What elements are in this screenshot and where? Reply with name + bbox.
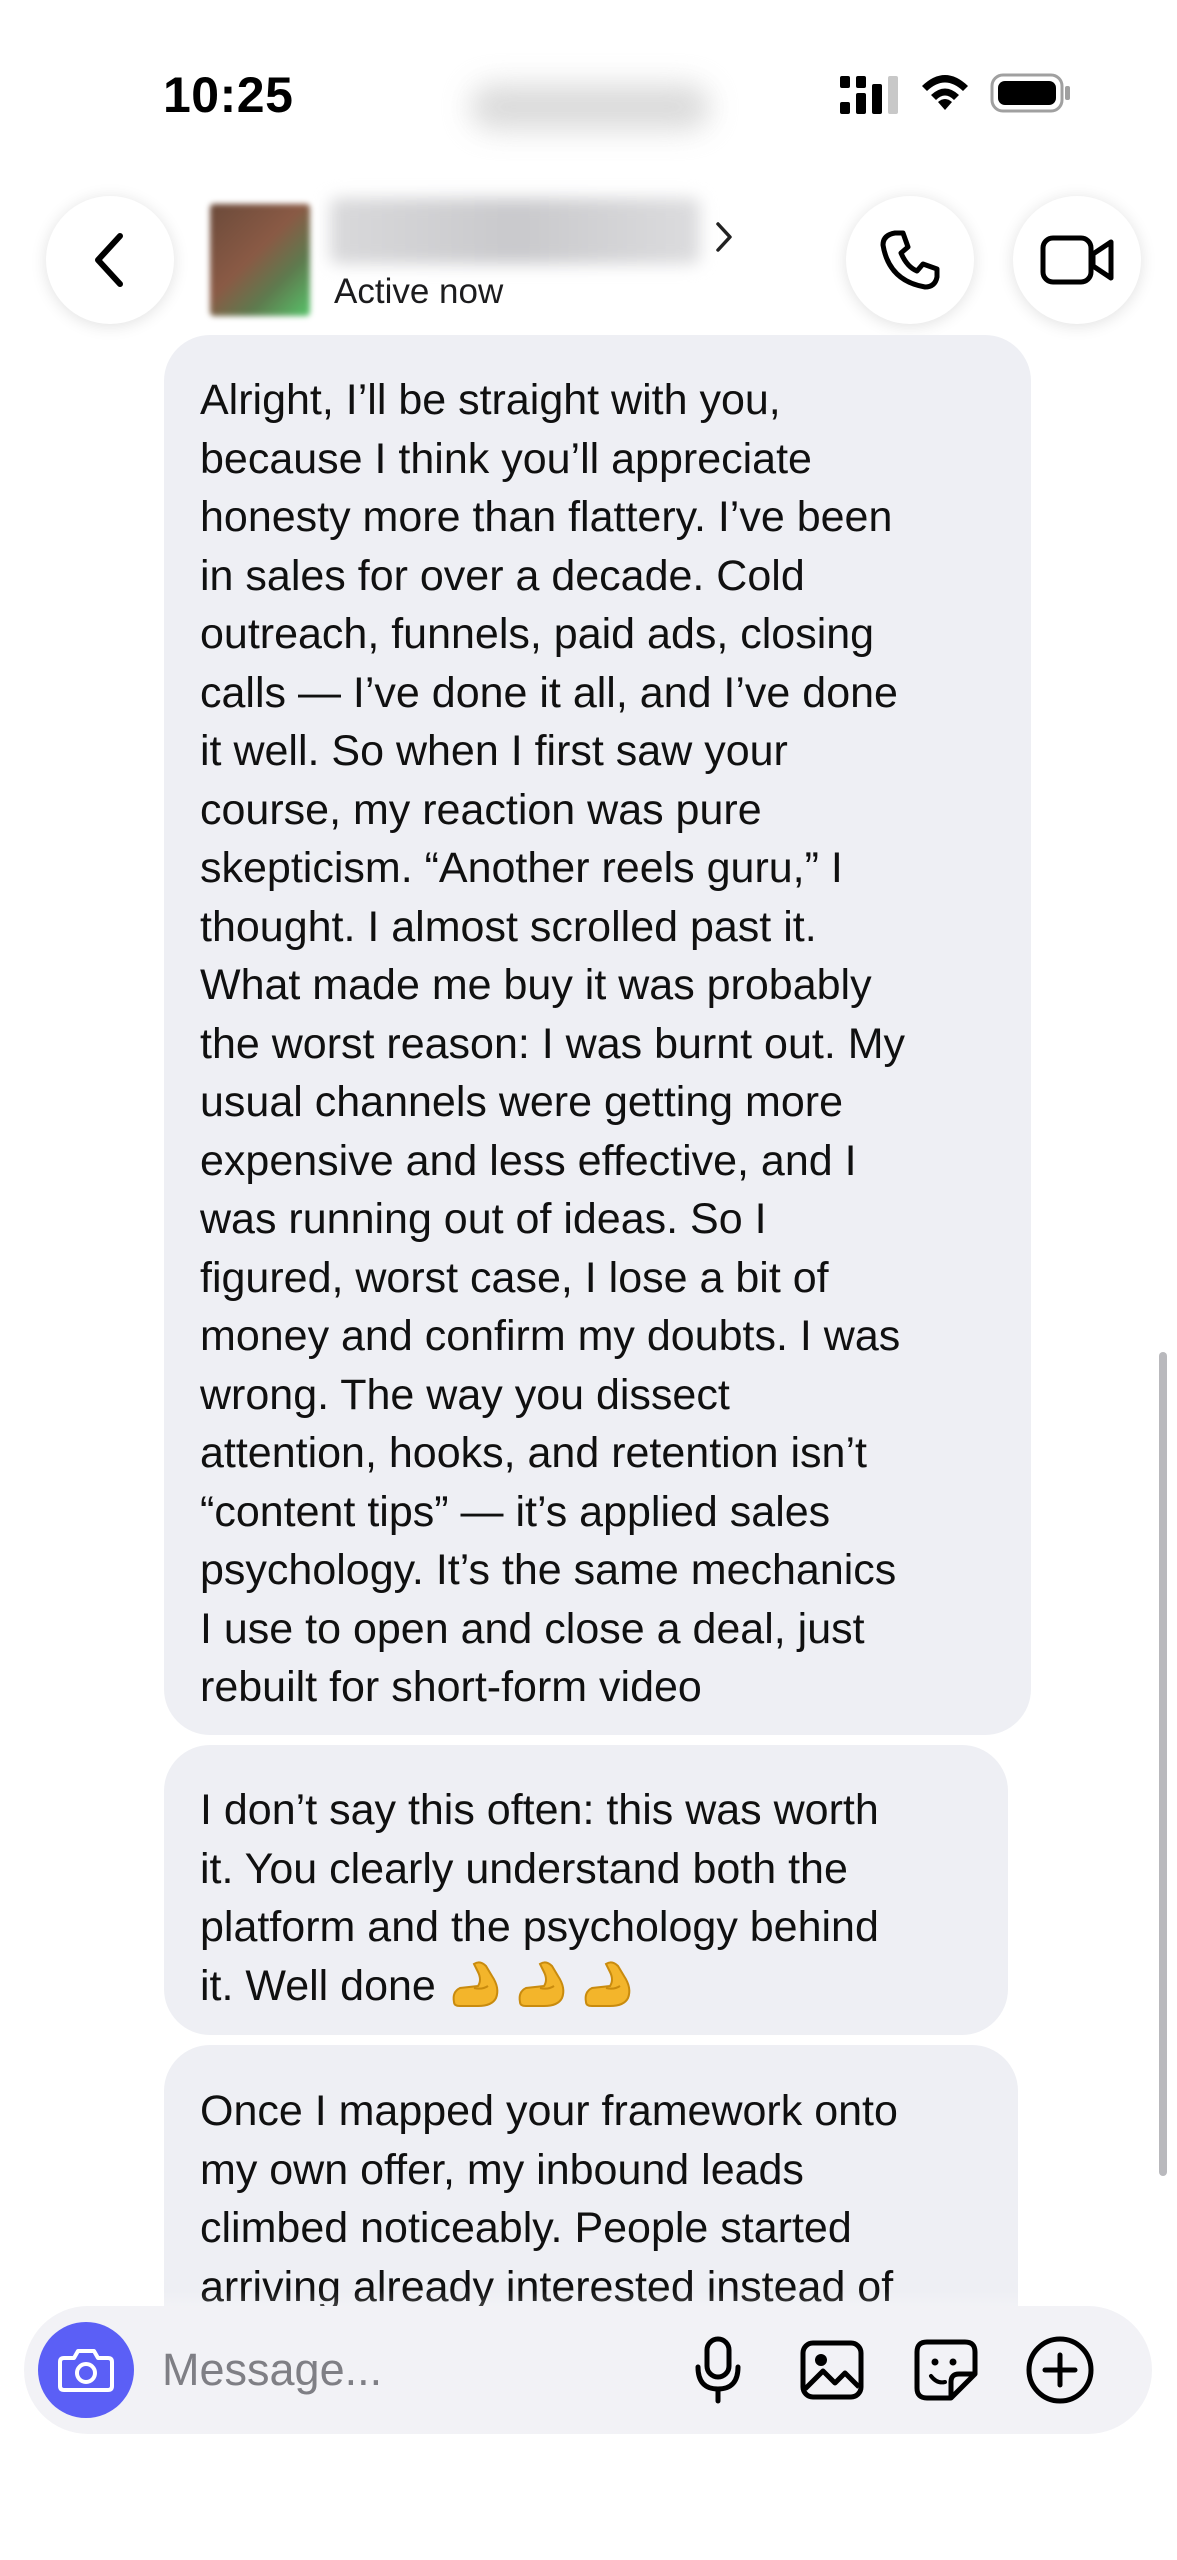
more-options-button[interactable] [1020, 2330, 1100, 2410]
flexed-biceps-emoji-icon [452, 1960, 499, 2007]
battery-icon [990, 73, 1070, 113]
status-bar: 10:25 [0, 0, 1177, 190]
chevron-right-icon[interactable] [712, 220, 736, 254]
voice-call-button[interactable] [846, 196, 974, 324]
blurred-contact-name[interactable] [330, 198, 700, 264]
scrollbar[interactable] [1159, 1352, 1167, 2176]
plus-icon [1026, 2336, 1094, 2404]
sticker-button[interactable] [906, 2330, 986, 2410]
message-text: Once I mapped your framework onto my own… [200, 2087, 898, 2310]
message-bubble[interactable]: I don’t say this often: this was worth i… [164, 1745, 1008, 2035]
chevron-left-icon [95, 233, 123, 287]
status-time: 10:25 [163, 67, 294, 123]
sticker-icon [914, 2339, 978, 2401]
gallery-button[interactable] [792, 2330, 872, 2410]
flexed-biceps-emoji-icon [584, 1960, 631, 2007]
avatar[interactable] [210, 204, 310, 316]
message-list[interactable]: Alright, I’ll be straight with you, beca… [0, 330, 1177, 2310]
microphone-icon [695, 2336, 741, 2404]
message-text: Alright, I’ll be straight with you, beca… [200, 376, 906, 1711]
chat-header: Active now [0, 190, 1177, 330]
back-button[interactable] [46, 196, 174, 324]
camera-button[interactable] [38, 2322, 134, 2418]
message-bubble[interactable]: Once I mapped your framework onto my own… [164, 2045, 1018, 2310]
voice-message-button[interactable] [678, 2330, 758, 2410]
wifi-icon [922, 75, 968, 110]
video-call-button[interactable] [1013, 196, 1141, 324]
presence-status: Active now [334, 272, 504, 311]
flexed-biceps-emoji-icon [518, 1960, 565, 2007]
message-bubble[interactable]: Alright, I’ll be straight with you, beca… [164, 335, 1031, 1735]
phone-icon [880, 230, 940, 290]
message-input[interactable] [162, 2336, 682, 2404]
camera-icon [58, 2349, 114, 2392]
message-text: I don’t say this often: this was worth i… [200, 1781, 972, 2015]
cellular-signal-icon [840, 76, 898, 114]
gallery-icon [800, 2340, 864, 2400]
message-composer [24, 2306, 1152, 2434]
video-camera-icon [1040, 235, 1114, 285]
blurred-status-text [470, 84, 710, 130]
